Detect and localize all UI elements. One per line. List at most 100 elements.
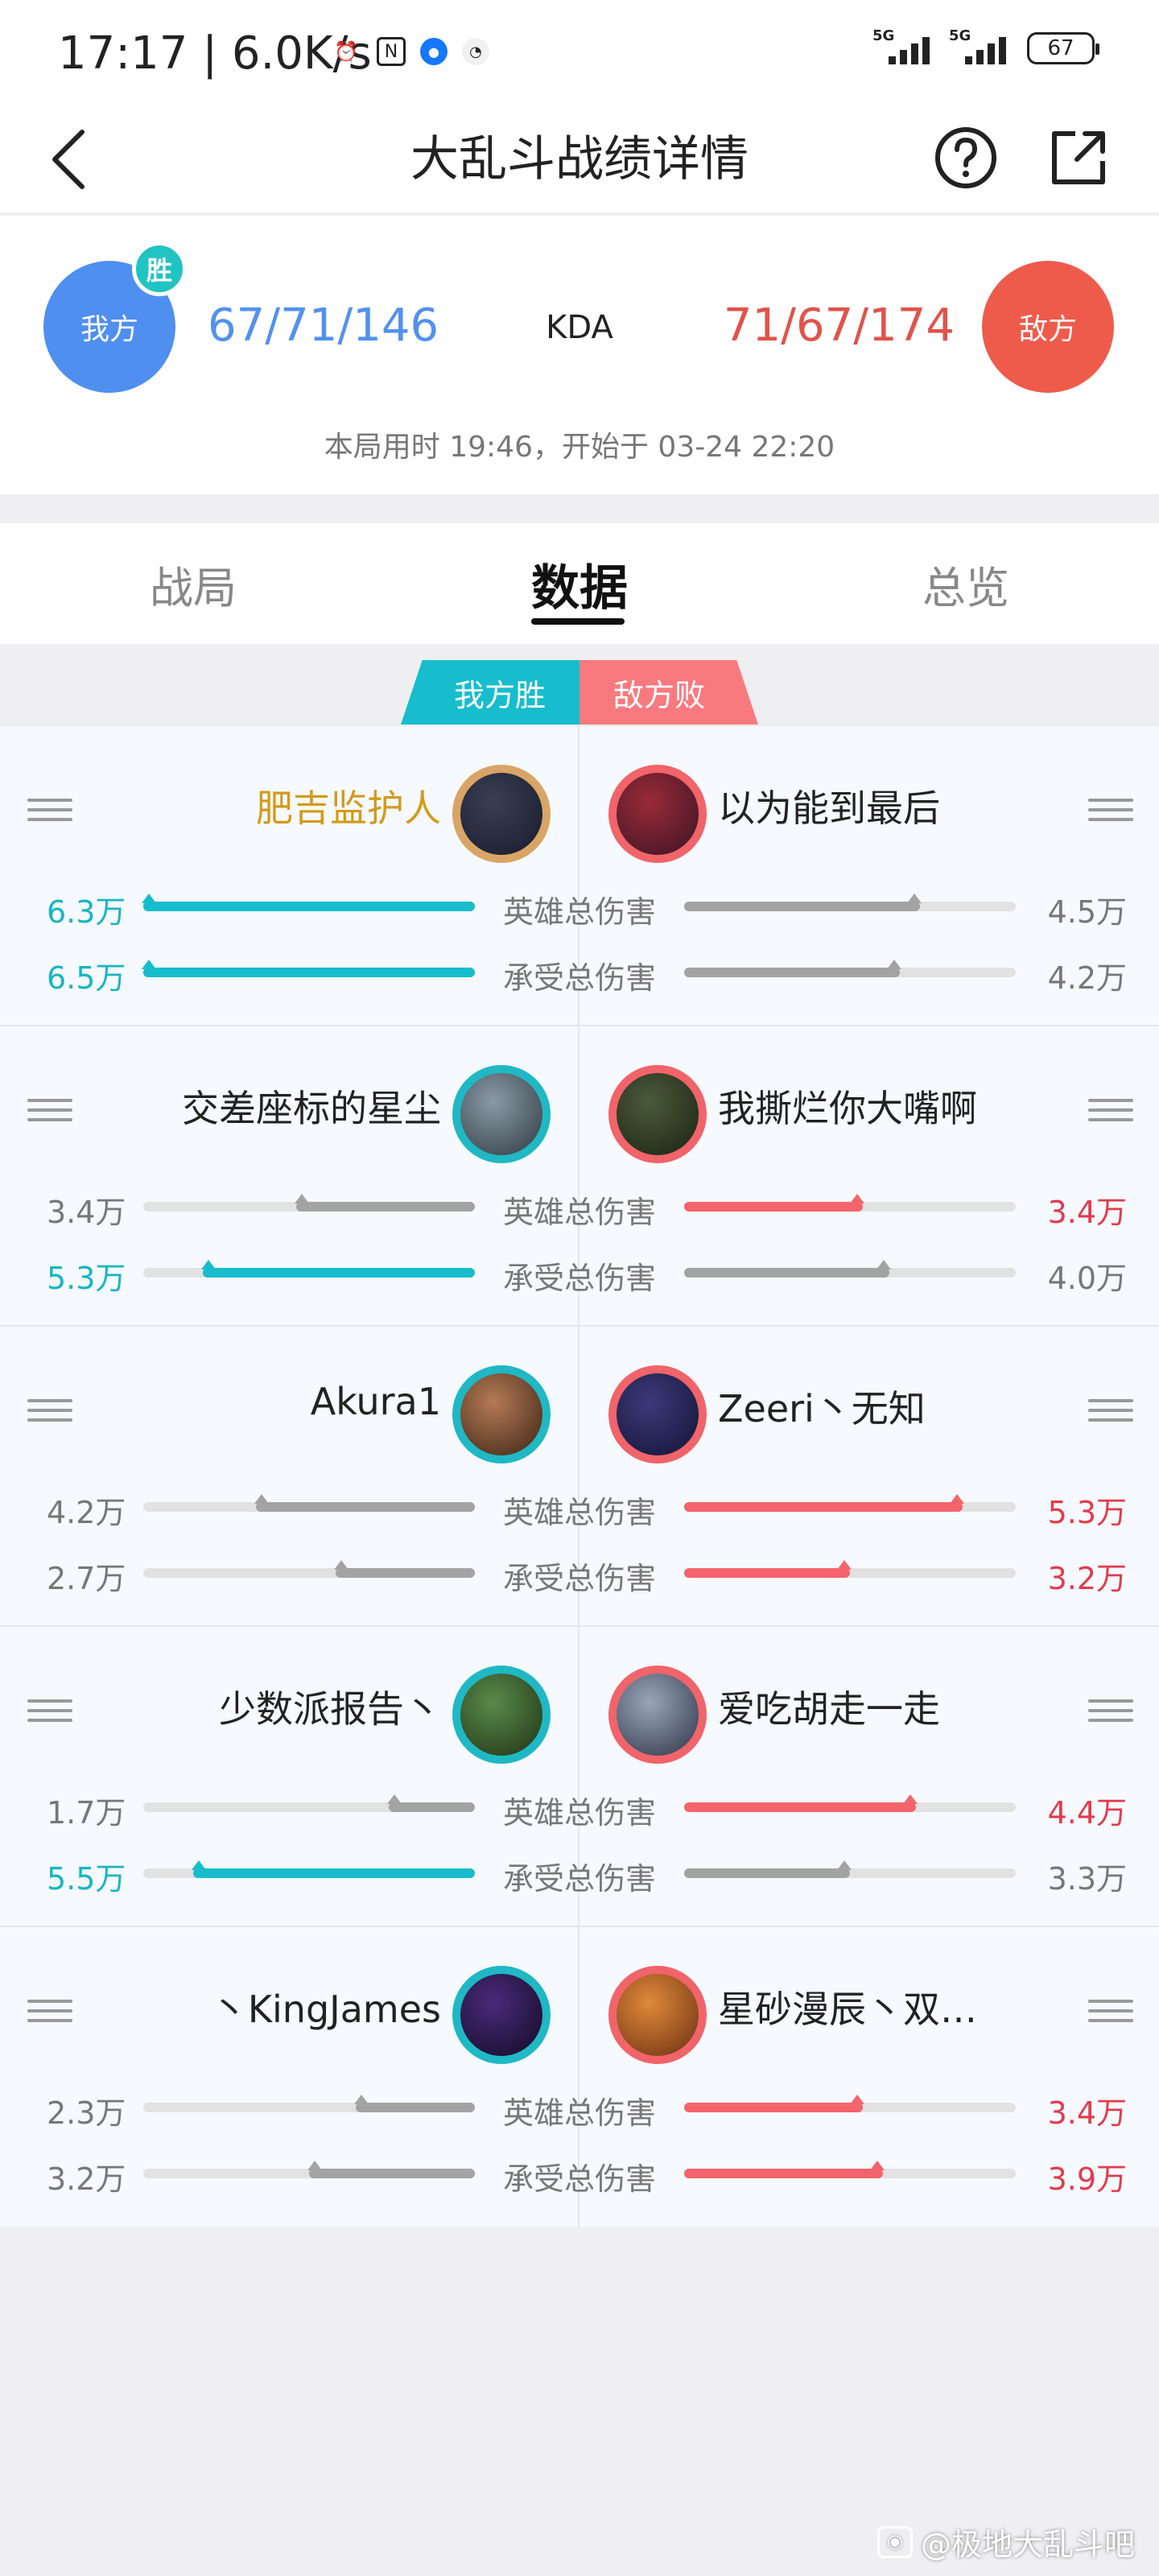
- right-damage-bar-fill: [684, 1194, 864, 1212]
- enemy-player-name[interactable]: 以为能到最后: [718, 779, 940, 832]
- male-fighter-portrait: [460, 1373, 542, 1455]
- tab-data[interactable]: 数据: [459, 549, 700, 619]
- hero-damage-label: 英雄总伤害: [502, 1195, 656, 1230]
- damage-taken-label: 承受总伤害: [502, 1861, 656, 1897]
- right-damage-bar-fill: [684, 1494, 964, 1512]
- ally-player-avatar[interactable]: [452, 1365, 551, 1463]
- ally-result-label: 我方胜: [401, 660, 580, 724]
- app-notification-icon: ●: [420, 38, 448, 65]
- enemy-kda: 71/67/174: [723, 299, 955, 352]
- enemy-player-name[interactable]: 星砂漫辰丶双…: [718, 1980, 977, 2033]
- right-taken-bar: [684, 1560, 1016, 1578]
- signal-icon: 5G: [949, 27, 1006, 64]
- nfc-icon: N: [377, 37, 406, 66]
- right-damage-bar-fill: [684, 2095, 864, 2112]
- right-damage-value: 3.4万: [1047, 2095, 1127, 2131]
- drag-handle-icon[interactable]: [1088, 799, 1133, 823]
- right-damage-bar-fill: [684, 1794, 918, 1812]
- right-damage-value: 4.5万: [1047, 894, 1127, 930]
- enemy-player-avatar[interactable]: [608, 1666, 707, 1764]
- ally-player-name[interactable]: Akura1: [311, 1380, 441, 1423]
- drag-handle-icon[interactable]: [1088, 1699, 1133, 1724]
- player-row: Akura1 4.2万 2.7万 Zeeri丶无知 5.3万 3.2万 英雄总伤害 承受总伤害: [0, 1327, 1159, 1627]
- right-taken-bar-fill: [684, 960, 901, 977]
- watermark: ◉ @极地大乱斗吧: [876, 2520, 1135, 2564]
- match-time-info: 本局用时 19:46，开始于 03-24 22:20: [324, 431, 835, 464]
- enemy-player-name[interactable]: 我撕烂你大嘴啊: [718, 1080, 977, 1133]
- status-right: 5G 5G 67: [872, 27, 1099, 64]
- ally-player-avatar[interactable]: [452, 1065, 551, 1163]
- player-row: 少数派报告丶 1.7万 5.5万 爱吃胡走一走 4.4万 3.3万 英雄总伤害 承受总伤害: [0, 1627, 1159, 1927]
- status-time: 17:17 | 6.0K/s: [58, 27, 372, 80]
- active-tab-indicator: [531, 618, 625, 625]
- enemy-player-avatar[interactable]: [608, 1966, 707, 2064]
- qq-icon: ◔: [462, 38, 489, 65]
- right-damage-bar: [684, 1194, 1016, 1212]
- ally-player-avatar[interactable]: [452, 1966, 551, 2064]
- damage-taken-label: 承受总伤害: [502, 2161, 656, 2197]
- weibo-icon: ◉: [876, 2525, 913, 2558]
- ally-player-name[interactable]: 肥吉监护人: [256, 779, 441, 832]
- right-taken-value: 4.0万: [1047, 1261, 1127, 1296]
- red-haired-hero-portrait: [617, 773, 699, 855]
- player-stats-list: 肥吉监护人 6.3万 6.5万 以为能到最后 4.5万 4.2万 英雄总伤害 承受总伤害 交差座…: [0, 724, 1159, 2227]
- share-icon[interactable]: [1038, 118, 1119, 198]
- green-hooded-hero-portrait: [617, 1073, 699, 1155]
- drag-handle-icon[interactable]: [27, 1699, 72, 1724]
- right-taken-bar-fill: [684, 1260, 891, 1278]
- result-banner: 我方胜 敌方败: [0, 660, 1159, 724]
- ally-player-name[interactable]: 交差座标的星尘: [182, 1080, 441, 1133]
- enemy-result-label: 敌方败: [580, 660, 758, 724]
- right-taken-bar-fill: [684, 1860, 852, 1878]
- right-damage-value: 3.4万: [1047, 1195, 1127, 1230]
- enemy-player-name[interactable]: Zeeri丶无知: [718, 1380, 926, 1433]
- green-beast-portrait: [460, 1674, 542, 1756]
- ally-player-avatar[interactable]: [452, 765, 551, 863]
- help-icon[interactable]: [926, 118, 1006, 198]
- ally-player-name[interactable]: 丶KingJames: [211, 1980, 441, 2033]
- right-damage-bar: [684, 2095, 1016, 2112]
- drag-handle-icon[interactable]: [1088, 2000, 1133, 2024]
- enemy-player-name[interactable]: 爱吃胡走一走: [718, 1680, 940, 1733]
- tab-overview[interactable]: 总览: [845, 552, 1087, 616]
- battery-icon: 67: [1027, 32, 1099, 64]
- right-taken-value: 3.9万: [1047, 2161, 1127, 2197]
- enemy-player-avatar[interactable]: [608, 1365, 707, 1463]
- drag-handle-icon[interactable]: [27, 2000, 72, 2024]
- drag-handle-icon[interactable]: [1088, 1399, 1133, 1423]
- right-taken-bar: [684, 960, 1016, 977]
- enemy-team-badge: 敌方: [982, 261, 1114, 393]
- void-creature-portrait: [460, 1974, 542, 2056]
- hero-damage-label: 英雄总伤害: [502, 2095, 656, 2131]
- enemy-player-avatar[interactable]: [608, 765, 707, 863]
- player-row: 丶KingJames 2.3万 3.2万 星砂漫辰丶双… 3.4万 3.9万 英雄总伤害 承受…: [0, 1927, 1159, 2227]
- tab-battle[interactable]: 战局: [72, 552, 314, 616]
- win-badge: 胜: [132, 242, 187, 296]
- drag-handle-icon[interactable]: [1088, 1099, 1133, 1123]
- damage-taken-label: 承受总伤害: [502, 960, 656, 996]
- drag-handle-icon[interactable]: [27, 1399, 72, 1423]
- right-taken-value: 4.2万: [1047, 960, 1127, 996]
- right-taken-bar-fill: [684, 1560, 852, 1578]
- right-taken-value: 3.2万: [1047, 1561, 1127, 1596]
- right-damage-value: 5.3万: [1047, 1495, 1127, 1530]
- dark-hero-portrait: [460, 773, 542, 855]
- drag-handle-icon[interactable]: [27, 799, 72, 823]
- ally-player-avatar[interactable]: [452, 1666, 551, 1764]
- hero-damage-label: 英雄总伤害: [502, 1495, 656, 1530]
- drag-handle-icon[interactable]: [27, 1099, 72, 1123]
- right-taken-bar: [684, 1260, 1016, 1278]
- enemy-player-avatar[interactable]: [608, 1065, 707, 1163]
- orange-yordle-portrait: [617, 1974, 699, 2056]
- damage-taken-label: 承受总伤害: [502, 1561, 656, 1596]
- alarm-icon: ⏰: [334, 40, 358, 63]
- player-row: 交差座标的星尘 3.4万 5.3万 我撕烂你大嘴啊 3.4万 4.0万 英雄总伤害 承受总伤害: [0, 1026, 1159, 1327]
- armored-warrior-portrait: [460, 1073, 542, 1155]
- right-damage-bar: [684, 1494, 1016, 1512]
- hero-damage-label: 英雄总伤害: [502, 1795, 656, 1831]
- app-header: 大乱斗战绩详情: [0, 105, 1159, 214]
- status-bar: 17:17 | 6.0K/s ⏰ N ● ◔ 5G 5G 67: [0, 0, 1159, 105]
- yordle-mage-portrait: [617, 1373, 699, 1455]
- ally-player-name[interactable]: 少数派报告丶: [219, 1680, 441, 1733]
- right-damage-bar: [684, 894, 1016, 911]
